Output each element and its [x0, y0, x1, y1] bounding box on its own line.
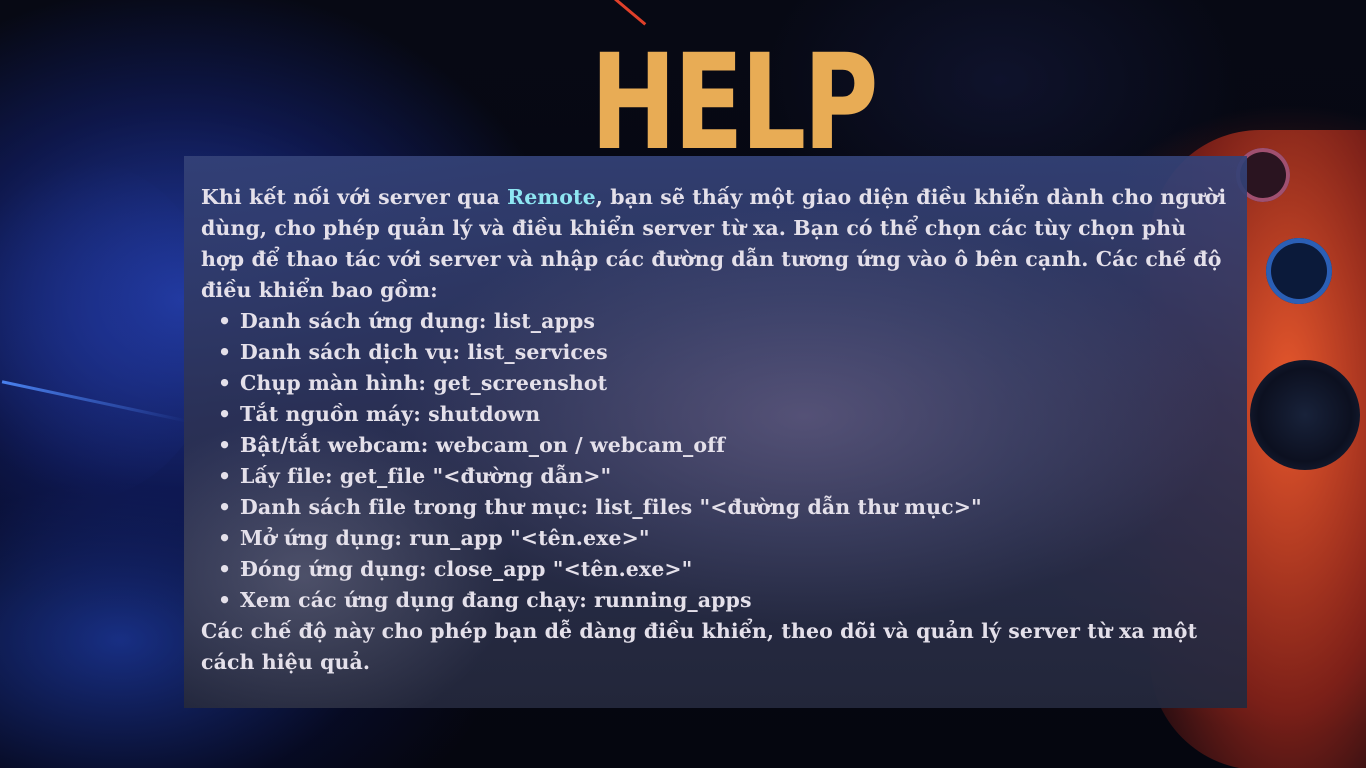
- command-list: Danh sách ứng dụng: list_apps Danh sách …: [201, 306, 1230, 616]
- list-item: Mở ứng dụng: run_app "<tên.exe>": [218, 523, 1230, 554]
- list-item: Danh sách file trong thư mục: list_files…: [218, 492, 1230, 523]
- intro-paragraph: Khi kết nối với server qua Remote, bạn s…: [201, 182, 1230, 306]
- outro-paragraph: Các chế độ này cho phép bạn dễ dàng điều…: [201, 619, 1198, 674]
- light-streak: [1, 380, 189, 423]
- red-light-streak: [613, 0, 647, 26]
- intro-text-before: Khi kết nối với server qua: [201, 185, 508, 209]
- list-item: Danh sách dịch vụ: list_services: [218, 337, 1230, 368]
- list-item: Danh sách ứng dụng: list_apps: [218, 306, 1230, 337]
- page-title: HELP: [590, 26, 878, 180]
- list-item: Tắt nguồn máy: shutdown: [218, 399, 1230, 430]
- help-panel: Khi kết nối với server qua Remote, bạn s…: [184, 156, 1247, 708]
- remote-highlight: Remote: [507, 185, 596, 209]
- controller-stick-icon: [1250, 360, 1360, 470]
- list-item: Đóng ứng dụng: close_app "<tên.exe>": [218, 554, 1230, 585]
- controller-button-x-icon: [1266, 238, 1332, 304]
- list-item: Bật/tắt webcam: webcam_on / webcam_off: [218, 430, 1230, 461]
- list-item: Lấy file: get_file "<đường dẫn>": [218, 461, 1230, 492]
- list-item: Xem các ứng dụng đang chạy: running_apps: [218, 585, 1230, 616]
- list-item: Chụp màn hình: get_screenshot: [218, 368, 1230, 399]
